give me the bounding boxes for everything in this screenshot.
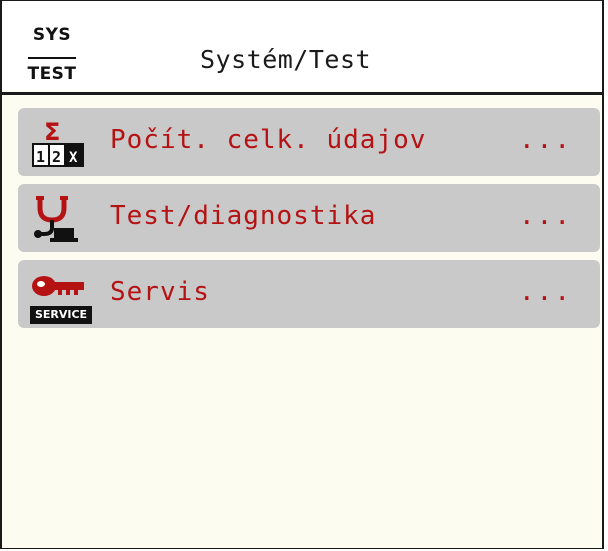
- more-indicator: ...: [519, 201, 572, 231]
- sigma-counter-icon: Σ 1 2 X: [30, 118, 90, 168]
- more-indicator: ...: [519, 125, 572, 155]
- badge-divider: [28, 57, 76, 59]
- page-title: Systém/Test: [200, 45, 372, 74]
- menu-item-service[interactable]: SERVICE Servis ...: [18, 260, 600, 328]
- service-tag: SERVICE: [30, 306, 92, 324]
- menu-item-label: Test/diagnostika: [110, 201, 377, 231]
- menu-item-test-diagnostics[interactable]: Test/diagnostika ...: [18, 184, 600, 252]
- svg-text:2: 2: [52, 148, 61, 166]
- svg-text:Σ: Σ: [44, 118, 60, 146]
- header: SYS TEST Systém/Test: [2, 1, 602, 91]
- svg-text:1: 1: [36, 148, 45, 166]
- service-key-icon: SERVICE: [30, 270, 92, 324]
- sys-test-icon: SYS TEST: [24, 19, 80, 84]
- svg-text:X: X: [69, 150, 78, 166]
- more-indicator: ...: [519, 277, 572, 307]
- menu-item-label: Počít. celk. údajov: [110, 125, 427, 155]
- diagnostic-icon: [30, 194, 90, 244]
- menu-item-total-data-counter[interactable]: Σ 1 2 X Počít. celk. údajov ...: [18, 108, 600, 176]
- menu-item-label: Servis: [110, 277, 210, 307]
- badge-top-text: SYS: [32, 25, 72, 45]
- header-divider: [2, 92, 602, 95]
- screen: SYS TEST Systém/Test Σ 1 2 X Počít. celk…: [0, 0, 604, 549]
- badge-bottom-text: TEST: [27, 64, 77, 84]
